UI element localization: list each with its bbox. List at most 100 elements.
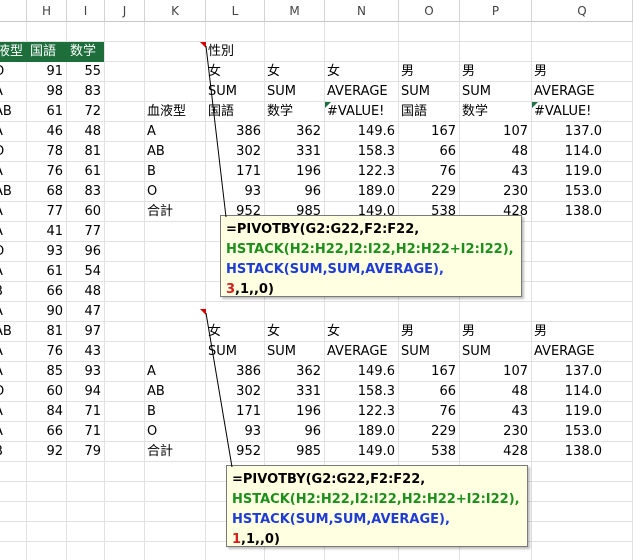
pivot2-value-cell[interactable]: 153.0 xyxy=(532,422,606,442)
pivot1-agg-header[interactable]: SUM xyxy=(399,82,460,102)
pivot1-label-sex[interactable]: 性別 xyxy=(206,42,265,62)
pivot1-value-cell[interactable]: 66 xyxy=(399,142,460,162)
table-cell-blood-type[interactable]: A xyxy=(0,422,27,442)
table-cell-blood-type[interactable]: B xyxy=(0,282,27,302)
pivot2-value-cell[interactable]: 119.0 xyxy=(532,402,606,422)
table-cell-blood-type[interactable]: O xyxy=(0,62,27,82)
pivot1-agg-header[interactable]: SUM xyxy=(460,82,532,102)
pivot2-value-cell[interactable]: 76 xyxy=(399,402,460,422)
pivot1-row-label[interactable]: AB xyxy=(145,142,206,162)
table-cell-blood-type[interactable]: O xyxy=(0,142,27,162)
table-cell-math[interactable]: 94 xyxy=(67,382,105,402)
pivot1-field-header[interactable]: #VALUE! xyxy=(325,102,399,122)
pivot2-row-label[interactable]: O xyxy=(145,422,206,442)
pivot2-value-cell[interactable]: 538 xyxy=(399,442,460,462)
column-header-J[interactable]: J xyxy=(105,0,145,22)
pivot2-value-cell[interactable]: 96 xyxy=(265,422,325,442)
pivot1-sex-header[interactable]: 女 xyxy=(325,62,399,82)
pivot1-agg-header[interactable]: AVERAGE xyxy=(532,82,606,102)
pivot1-label-blood-type[interactable]: 血液型 xyxy=(145,102,206,122)
table-cell-japanese[interactable]: 92 xyxy=(27,442,67,462)
table-cell-math[interactable]: 72 xyxy=(67,102,105,122)
pivot1-value-cell[interactable]: 171 xyxy=(206,162,265,182)
pivot1-value-cell[interactable]: 149.6 xyxy=(325,122,399,142)
pivot1-agg-header[interactable]: SUM xyxy=(206,82,265,102)
pivot1-row-label[interactable]: 合計 xyxy=(145,202,206,222)
pivot2-row-label[interactable]: 合計 xyxy=(145,442,206,462)
pivot2-sex-header[interactable]: 男 xyxy=(460,322,532,342)
table-cell-japanese[interactable]: 66 xyxy=(27,422,67,442)
pivot1-field-header[interactable]: 国語 xyxy=(206,102,265,122)
table-cell-math[interactable]: 48 xyxy=(67,282,105,302)
pivot2-value-cell[interactable]: 167 xyxy=(399,362,460,382)
column-header-Q[interactable]: Q xyxy=(532,0,633,22)
pivot2-value-cell[interactable]: 122.3 xyxy=(325,402,399,422)
pivot1-value-cell[interactable]: 230 xyxy=(460,182,532,202)
pivot2-agg-header[interactable]: AVERAGE xyxy=(325,342,399,362)
pivot2-value-cell[interactable]: 158.3 xyxy=(325,382,399,402)
pivot2-sex-header[interactable]: 男 xyxy=(399,322,460,342)
pivot2-value-cell[interactable]: 362 xyxy=(265,362,325,382)
pivot2-value-cell[interactable]: 196 xyxy=(265,402,325,422)
table-cell-math[interactable]: 55 xyxy=(67,62,105,82)
pivot2-value-cell[interactable]: 48 xyxy=(460,382,532,402)
table-cell-blood-type[interactable]: O xyxy=(0,242,27,262)
pivot2-value-cell[interactable]: 952 xyxy=(206,442,265,462)
pivot2-agg-header[interactable]: SUM xyxy=(399,342,460,362)
pivot1-sex-header[interactable]: 男 xyxy=(460,62,532,82)
table-cell-japanese[interactable]: 77 xyxy=(27,202,67,222)
header-cell-blood-type[interactable]: 液型 xyxy=(0,42,27,62)
pivot1-value-cell[interactable]: 137.0 xyxy=(532,122,606,142)
pivot2-value-cell[interactable]: 43 xyxy=(460,402,532,422)
table-cell-math[interactable]: 48 xyxy=(67,122,105,142)
table-cell-japanese[interactable]: 90 xyxy=(27,302,67,322)
pivot1-value-cell[interactable]: 189.0 xyxy=(325,182,399,202)
table-cell-blood-type[interactable]: A xyxy=(0,122,27,142)
table-cell-blood-type[interactable]: O xyxy=(0,382,27,402)
table-cell-math[interactable]: 96 xyxy=(67,242,105,262)
table-cell-japanese[interactable]: 91 xyxy=(27,62,67,82)
pivot2-value-cell[interactable]: 93 xyxy=(206,422,265,442)
pivot1-value-cell[interactable]: 48 xyxy=(460,142,532,162)
pivot1-row-label[interactable]: O xyxy=(145,182,206,202)
table-cell-math[interactable]: 77 xyxy=(67,222,105,242)
pivot1-value-cell[interactable]: 138.0 xyxy=(532,202,606,222)
table-cell-japanese[interactable]: 60 xyxy=(27,382,67,402)
pivot2-value-cell[interactable]: 138.0 xyxy=(532,442,606,462)
pivot2-value-cell[interactable]: 149.0 xyxy=(325,442,399,462)
table-cell-math[interactable]: 43 xyxy=(67,342,105,362)
table-cell-japanese[interactable]: 98 xyxy=(27,82,67,102)
comment-indicator-icon[interactable] xyxy=(200,42,206,48)
pivot2-value-cell[interactable]: 229 xyxy=(399,422,460,442)
table-cell-math[interactable]: 61 xyxy=(67,162,105,182)
table-cell-blood-type[interactable]: A xyxy=(0,162,27,182)
header-cell-math[interactable]: 数学 xyxy=(67,42,105,62)
column-header-P[interactable]: P xyxy=(460,0,532,22)
pivot1-value-cell[interactable]: 331 xyxy=(265,142,325,162)
pivot2-value-cell[interactable]: 149.6 xyxy=(325,362,399,382)
pivot1-value-cell[interactable]: 158.3 xyxy=(325,142,399,162)
pivot1-row-label[interactable]: A xyxy=(145,122,206,142)
table-cell-japanese[interactable]: 84 xyxy=(27,402,67,422)
pivot1-value-cell[interactable]: 167 xyxy=(399,122,460,142)
pivot2-sex-header[interactable]: 女 xyxy=(325,322,399,342)
column-header-N[interactable]: N xyxy=(325,0,399,22)
table-cell-blood-type[interactable]: A xyxy=(0,262,27,282)
table-cell-japanese[interactable]: 61 xyxy=(27,262,67,282)
pivot1-value-cell[interactable]: 122.3 xyxy=(325,162,399,182)
pivot1-value-cell[interactable]: 302 xyxy=(206,142,265,162)
pivot1-sex-header[interactable]: 女 xyxy=(206,62,265,82)
error-indicator-icon[interactable] xyxy=(532,102,538,108)
pivot2-value-cell[interactable]: 189.0 xyxy=(325,422,399,442)
pivot1-row-label[interactable]: B xyxy=(145,162,206,182)
table-cell-math[interactable]: 81 xyxy=(67,142,105,162)
table-cell-japanese[interactable]: 93 xyxy=(27,242,67,262)
pivot2-value-cell[interactable]: 114.0 xyxy=(532,382,606,402)
table-cell-math[interactable]: 54 xyxy=(67,262,105,282)
table-cell-blood-type[interactable]: A xyxy=(0,82,27,102)
pivot1-field-header[interactable]: 数学 xyxy=(265,102,325,122)
pivot2-agg-header[interactable]: AVERAGE xyxy=(532,342,606,362)
table-cell-japanese[interactable]: 66 xyxy=(27,282,67,302)
pivot1-sex-header[interactable]: 男 xyxy=(399,62,460,82)
pivot1-field-header[interactable]: #VALUE! xyxy=(532,102,606,122)
